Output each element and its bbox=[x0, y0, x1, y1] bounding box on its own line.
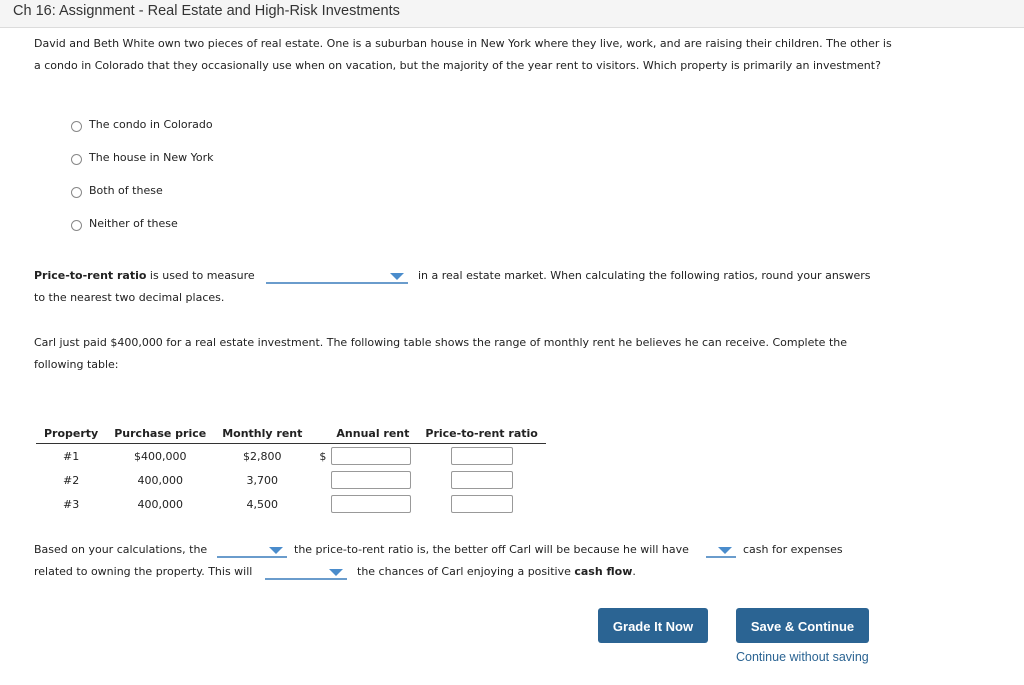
question-2-text-after: in a real estate market. When calculatin… bbox=[418, 269, 871, 282]
radio-button[interactable] bbox=[71, 121, 82, 132]
purchase-price-cell: 400,000 bbox=[137, 497, 183, 511]
annual-rent-cell: $ bbox=[310, 444, 417, 469]
ratio-cell bbox=[417, 492, 545, 516]
option-label: The house in New York bbox=[89, 151, 214, 164]
property-cell: #3 bbox=[63, 497, 80, 511]
question-2-line-2: to the nearest two decimal places. bbox=[34, 291, 225, 304]
table-row: #2 400,000 3,700 bbox=[36, 468, 546, 492]
save-and-continue-button[interactable]: Save & Continue bbox=[736, 608, 869, 643]
question-1-options: The condo in Colorado The house in New Y… bbox=[71, 118, 214, 250]
cash-flow-term: cash flow bbox=[574, 565, 633, 578]
ratio-input-2[interactable] bbox=[450, 471, 513, 489]
table-row: #1 $400,000 $2,800 $ bbox=[36, 444, 546, 469]
table-header-row: Property Purchase price Monthly rent Ann… bbox=[36, 423, 546, 444]
question-4-part-4: related to owning the property. This wil… bbox=[34, 565, 253, 578]
ratio-cell bbox=[417, 444, 545, 469]
option-label: Neither of these bbox=[89, 217, 178, 230]
annual-rent-input-2[interactable] bbox=[331, 471, 412, 489]
property-cell: #2 bbox=[63, 473, 80, 487]
ratio-input-1[interactable] bbox=[450, 447, 513, 465]
annual-rent-input-1[interactable] bbox=[331, 447, 412, 465]
header-price-to-rent-ratio: Price-to-rent ratio bbox=[417, 423, 546, 444]
radio-button[interactable] bbox=[71, 187, 82, 198]
question-4-part-2: the price-to-rent ratio is, the better o… bbox=[294, 543, 689, 556]
monthly-rent-cell: 4,500 bbox=[246, 497, 279, 511]
radio-button[interactable] bbox=[71, 220, 82, 231]
grade-it-now-button[interactable]: Grade It Now bbox=[598, 608, 708, 643]
monthly-rent-cell: $2,800 bbox=[243, 449, 282, 463]
header-purchase-price: Purchase price bbox=[106, 423, 215, 444]
option-house-new-york[interactable]: The house in New York bbox=[71, 151, 214, 184]
annual-rent-cell bbox=[310, 468, 417, 492]
cash-amount-dropdown[interactable] bbox=[706, 544, 736, 558]
purchase-price-cell: $400,000 bbox=[133, 449, 187, 463]
radio-button[interactable] bbox=[71, 154, 82, 165]
question-1-text: David and Beth White own two pieces of r… bbox=[34, 37, 892, 72]
purchase-price-cell: 400,000 bbox=[137, 473, 183, 487]
option-condo-colorado[interactable]: The condo in Colorado bbox=[71, 118, 214, 151]
assignment-title: Ch 16: Assignment - Real Estate and High… bbox=[13, 3, 400, 19]
option-both[interactable]: Both of these bbox=[71, 184, 214, 217]
dollar-sign: $ bbox=[319, 449, 327, 463]
question-3-intro: Carl just paid $400,000 for a real estat… bbox=[34, 336, 848, 371]
chevron-down-icon bbox=[390, 273, 404, 280]
chevron-down-icon bbox=[269, 547, 283, 554]
ratio-input-3[interactable] bbox=[450, 495, 513, 513]
annual-rent-cell bbox=[310, 492, 417, 516]
header-property: Property bbox=[36, 423, 107, 444]
chevron-down-icon bbox=[718, 547, 732, 554]
continue-without-saving-link[interactable]: Continue without saving bbox=[736, 650, 869, 664]
question-2-text-before: is used to measure bbox=[146, 269, 255, 282]
assignment-header: Ch 16: Assignment - Real Estate and High… bbox=[0, 0, 1024, 28]
option-neither[interactable]: Neither of these bbox=[71, 217, 214, 250]
question-2-line-1: Price-to-rent ratio is used to measure bbox=[34, 265, 255, 287]
annual-rent-input-3[interactable] bbox=[331, 495, 412, 513]
measure-dropdown[interactable] bbox=[266, 270, 408, 284]
chevron-down-icon bbox=[329, 569, 343, 576]
monthly-rent-cell: 3,700 bbox=[246, 473, 279, 487]
rent-table: Property Purchase price Monthly rent Ann… bbox=[36, 423, 546, 516]
question-4-part-5: the chances of Carl enjoying a positive bbox=[357, 565, 575, 578]
question-4-line-2-end: the chances of Carl enjoying a positive … bbox=[357, 561, 636, 583]
option-label: The condo in Colorado bbox=[89, 118, 213, 131]
period: . bbox=[632, 565, 636, 578]
question-4-part-3: cash for expenses bbox=[743, 543, 843, 556]
question-4-part-1: Based on your calculations, the bbox=[34, 543, 208, 556]
header-monthly-rent: Monthly rent bbox=[214, 423, 311, 444]
table-row: #3 400,000 4,500 bbox=[36, 492, 546, 516]
option-label: Both of these bbox=[89, 184, 163, 197]
property-cell: #1 bbox=[63, 449, 80, 463]
price-to-rent-term: Price-to-rent ratio bbox=[34, 269, 147, 282]
ratio-level-dropdown[interactable] bbox=[217, 544, 287, 558]
chances-dropdown[interactable] bbox=[265, 566, 347, 580]
ratio-cell bbox=[417, 468, 545, 492]
header-annual-rent: Annual rent bbox=[310, 423, 418, 444]
